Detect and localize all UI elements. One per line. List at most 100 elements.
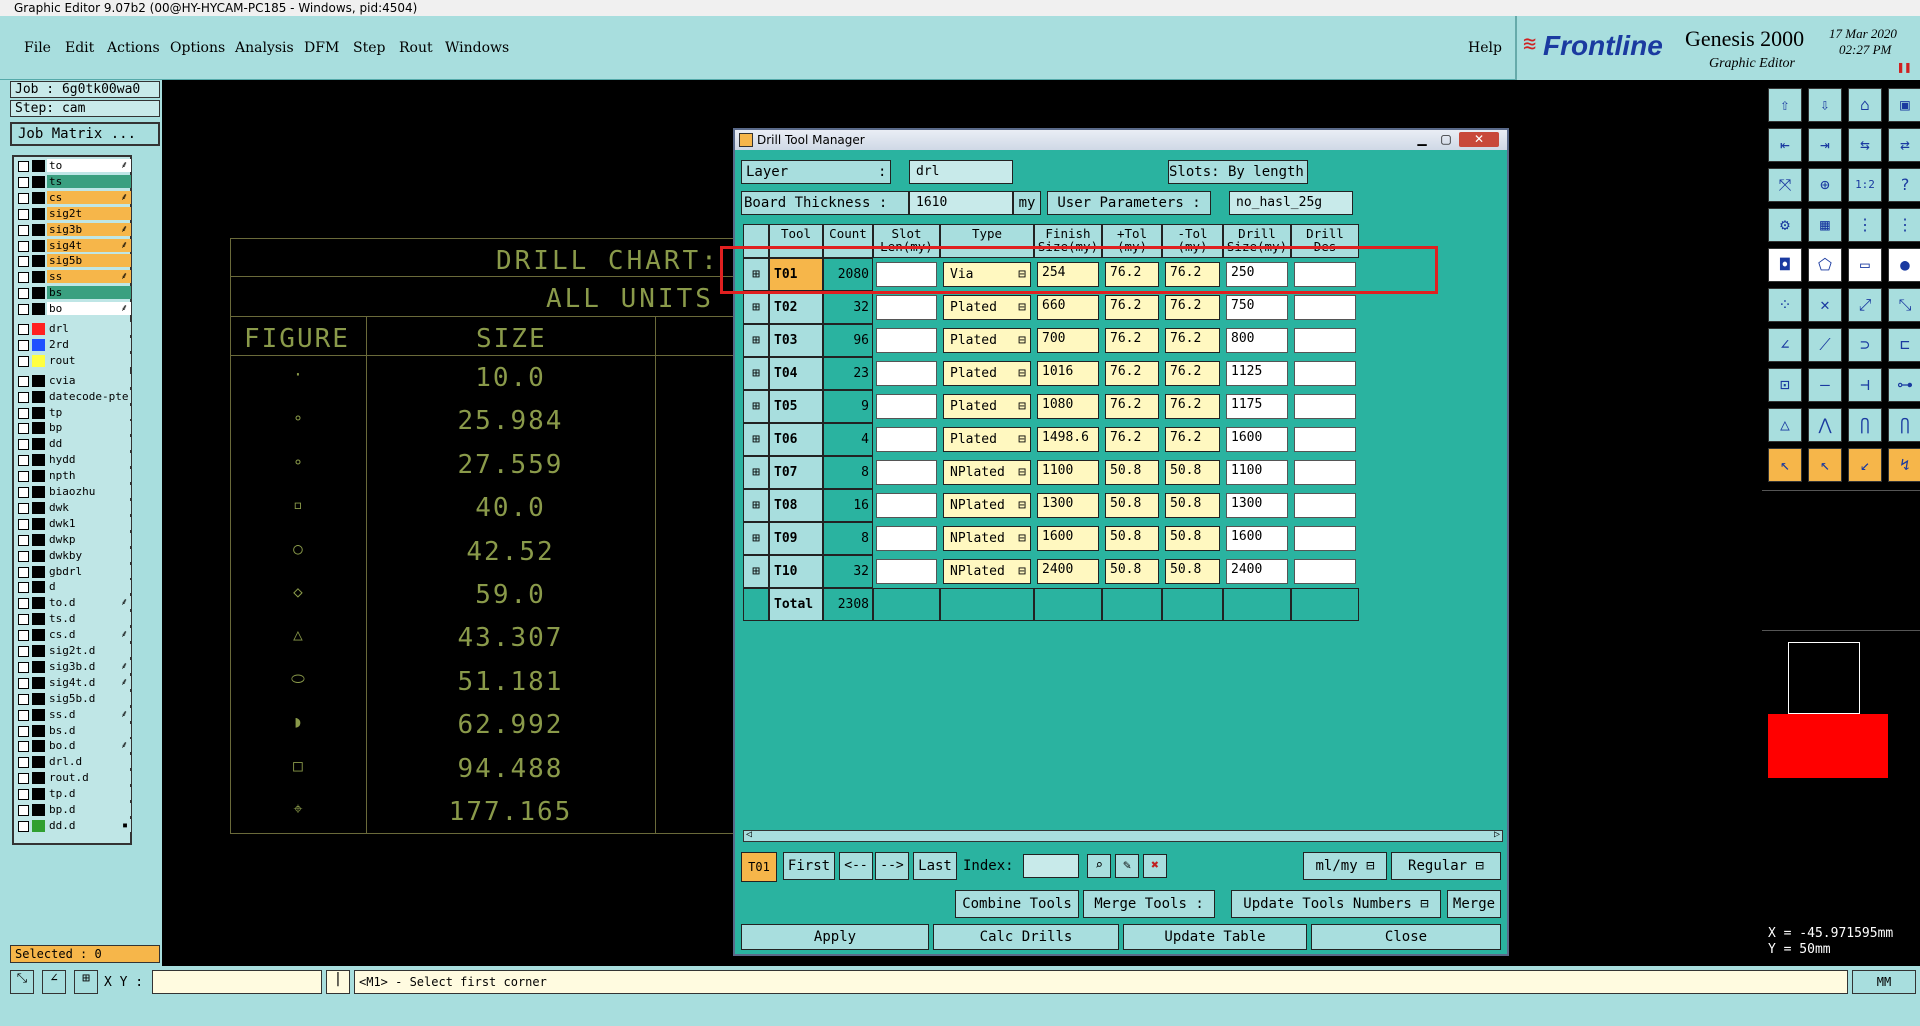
dialog-title-bar[interactable]: Drill Tool Manager ▁ ▢ ✕ (735, 130, 1507, 150)
minus-tol-field[interactable]: 76.2 (1165, 427, 1220, 452)
expand-row-button[interactable]: ⊞ (743, 555, 769, 588)
drill-size-field[interactable]: 1100 (1226, 460, 1288, 485)
layer-name[interactable]: ss.d (47, 707, 131, 721)
menu-help[interactable]: Help (1468, 40, 1502, 56)
layer-row[interactable]: bp.d (16, 803, 131, 817)
tool-palette-button-icon[interactable]: ⋮ (1848, 208, 1882, 242)
tool-palette-button-icon[interactable]: ▭ (1848, 248, 1882, 282)
slot-length-field[interactable] (876, 394, 937, 419)
minus-tol-field[interactable]: 76.2 (1165, 361, 1220, 386)
tool-palette-button-icon[interactable]: ✕ (1808, 288, 1842, 322)
drill-des-field[interactable] (1294, 394, 1356, 419)
layer-checkbox[interactable] (18, 566, 29, 578)
plus-tol-field[interactable]: 76.2 (1105, 361, 1159, 386)
tool-palette-button-icon[interactable]: ⟋ (1808, 328, 1842, 362)
layer-checkbox[interactable] (18, 725, 29, 737)
minus-tol-field[interactable]: 76.2 (1165, 295, 1220, 320)
plus-tol-field[interactable]: 76.2 (1105, 427, 1159, 452)
layer-row[interactable]: d (16, 580, 131, 594)
layer-checkbox[interactable] (18, 550, 29, 562)
tool-palette-button-icon[interactable]: ⇤ (1768, 128, 1802, 162)
layer-name[interactable]: tp (47, 405, 131, 419)
plus-tol-field[interactable]: 50.8 (1105, 493, 1159, 518)
merge-button[interactable]: Merge (1447, 890, 1501, 918)
menu-rout[interactable]: Rout (399, 40, 433, 56)
plus-tol-field[interactable]: 76.2 (1105, 394, 1159, 419)
layer-row[interactable]: tp (16, 405, 131, 420)
finish-size-field[interactable]: 1300 (1037, 493, 1099, 518)
next-button[interactable]: --> (875, 852, 909, 880)
drill-des-field[interactable] (1294, 262, 1356, 287)
layer-row[interactable]: rout (16, 353, 131, 368)
user-parameters-field[interactable]: no_hasl_25g (1229, 191, 1353, 215)
layer-checkbox[interactable] (18, 256, 29, 268)
tool-type-select[interactable]: NPlated ⊟ (943, 559, 1031, 584)
drill-des-field[interactable] (1294, 460, 1356, 485)
menu-actions[interactable]: Actions (107, 40, 160, 56)
tool-palette-button-icon[interactable]: ⌂ (1848, 88, 1882, 122)
menu-options[interactable]: Options (170, 40, 225, 56)
update-table-button[interactable]: Update Table (1123, 924, 1307, 950)
layer-name[interactable]: sig2t (47, 206, 131, 220)
expand-row-button[interactable]: ⊞ (743, 390, 769, 423)
layer-checkbox[interactable] (18, 407, 29, 419)
drill-size-field[interactable]: 1300 (1226, 493, 1288, 518)
layer-checkbox[interactable] (18, 820, 29, 832)
expand-row-button[interactable]: ⊞ (743, 456, 769, 489)
tool-palette-button-icon[interactable]: ⋂ (1848, 408, 1882, 442)
expand-row-button[interactable]: ⊞ (743, 357, 769, 390)
layer-row[interactable]: bp (16, 421, 131, 435)
slot-length-field[interactable] (876, 328, 937, 353)
layer-checkbox[interactable] (18, 375, 29, 387)
layer-checkbox[interactable] (18, 208, 29, 220)
layer-row[interactable]: gbdrl (16, 564, 131, 579)
tool-palette-button-icon[interactable]: ⊏ (1888, 328, 1920, 362)
tool-palette-button-icon[interactable]: ↖ (1808, 448, 1842, 482)
layer-name[interactable]: to.d (47, 596, 131, 610)
layer-name[interactable]: ts.d (47, 612, 131, 626)
units-indicator[interactable]: MM (1852, 970, 1916, 994)
layer-checkbox[interactable] (18, 598, 29, 610)
tool-palette-button-icon[interactable]: ? (1888, 168, 1920, 202)
minus-tol-field[interactable]: 50.8 (1165, 526, 1220, 551)
tool-palette-button-icon[interactable]: ⤢ (1848, 288, 1882, 322)
layer-name[interactable]: bp (47, 421, 131, 435)
drill-size-field[interactable]: 2400 (1226, 559, 1288, 584)
tool-palette-button-icon[interactable]: ● (1888, 248, 1920, 282)
tool-palette-button-icon[interactable]: ⁘ (1768, 288, 1802, 322)
menu-step[interactable]: Step (353, 40, 385, 56)
plus-tol-field[interactable]: 50.8 (1105, 559, 1159, 584)
layer-name[interactable]: sig2t.d (47, 644, 131, 657)
layer-checkbox[interactable] (18, 677, 29, 689)
layer-row[interactable]: cs ⸙ (16, 190, 131, 205)
layer-name[interactable]: hydd (47, 453, 131, 467)
tool-palette-button-icon[interactable]: — (1808, 368, 1842, 402)
tool-palette-button-icon[interactable]: ∠ (1768, 328, 1802, 362)
layer-checkbox[interactable] (18, 661, 29, 673)
slot-length-field[interactable] (876, 295, 937, 320)
layer-name[interactable]: dwk1 (47, 516, 131, 530)
finish-size-field[interactable]: 660 (1037, 295, 1099, 320)
drill-des-field[interactable] (1294, 295, 1356, 320)
drill-size-field[interactable]: 250 (1226, 262, 1288, 287)
layer-name[interactable]: cs.d (47, 628, 131, 642)
layer-checkbox[interactable] (18, 757, 29, 769)
tool-type-select[interactable]: NPlated ⊟ (943, 460, 1031, 485)
tool-type-select[interactable]: Plated ⊟ (943, 295, 1031, 320)
finish-size-field[interactable]: 2400 (1037, 559, 1099, 584)
finish-size-field[interactable]: 1080 (1037, 394, 1099, 419)
layer-row[interactable]: bs (16, 286, 131, 300)
layer-row[interactable]: hydd (16, 453, 131, 467)
slot-length-field[interactable] (876, 460, 937, 485)
layer-name[interactable]: npth (47, 469, 131, 483)
layer-name[interactable]: bs.d (47, 723, 131, 737)
layer-name[interactable]: to (47, 159, 131, 172)
tool-palette-button-icon[interactable]: ⊶ (1888, 368, 1920, 402)
layer-name[interactable]: sig4t (47, 238, 131, 252)
maximize-icon[interactable]: ▢ (1435, 132, 1457, 146)
tool-palette-button-icon[interactable]: ▦ (1808, 208, 1842, 242)
layer-name[interactable]: sig4t.d (47, 675, 131, 689)
layer-checkbox[interactable] (18, 224, 29, 236)
slot-length-field[interactable] (876, 361, 937, 386)
tool-palette-button-icon[interactable]: ⋮ (1888, 208, 1920, 242)
